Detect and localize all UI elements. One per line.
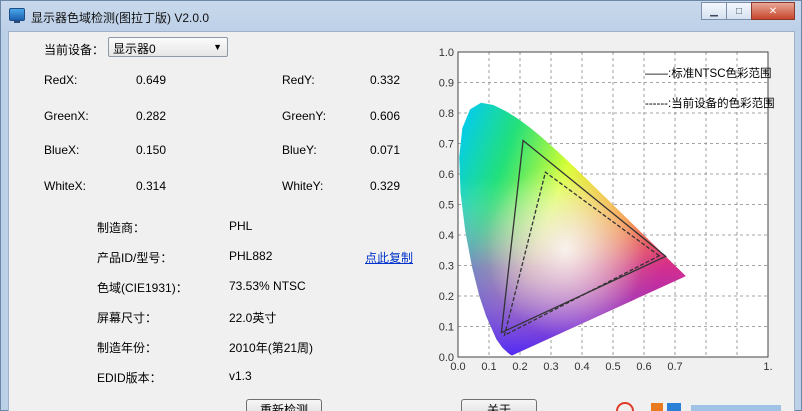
y-tick-label: 0.3	[439, 261, 454, 273]
blue-x-label: BlueX:	[44, 143, 80, 157]
x-tick-label: 0.6	[636, 361, 651, 373]
blue-y-value: 0.071	[370, 143, 401, 157]
y-tick-label: 0.7	[439, 139, 454, 151]
blue-y-label: BlueY:	[282, 143, 317, 157]
watermark-logo	[616, 402, 781, 411]
legend-entry-device: ------:当前设备的色彩范围	[645, 96, 775, 110]
y-tick-label: 1.0	[439, 47, 454, 59]
title-bar[interactable]: 显示器色域检测(图拉丁版) V2.0.0 ▁ □ ✕	[1, 1, 801, 31]
white-y-value: 0.329	[370, 179, 401, 193]
legend-entry-ntsc: ——:标准NTSC色彩范围	[645, 66, 772, 80]
x-tick-label: 0.4	[574, 361, 589, 373]
chevron-down-icon: ▼	[213, 42, 222, 52]
y-tick-label: 0.2	[439, 291, 454, 303]
product-label: 产品ID/型号：	[97, 251, 173, 265]
app-window: 显示器色域检测(图拉丁版) V2.0.0 ▁ □ ✕ 当前设备： 显示器0 ▼ …	[0, 0, 802, 411]
x-tick-label: 0.2	[512, 361, 527, 373]
green-y-label: GreenY:	[282, 109, 327, 123]
white-x-label: WhiteX:	[44, 179, 87, 193]
monitor-app-icon	[9, 8, 25, 23]
edid-label: EDID版本：	[97, 371, 162, 385]
blue-x-value: 0.150	[136, 143, 167, 157]
x-tick-label: 0.5	[605, 361, 620, 373]
product-value: PHL882	[229, 249, 273, 263]
y-tick-label: 0.5	[439, 200, 454, 212]
x-tick-label: 0.1	[481, 361, 496, 373]
device-selected-value: 显示器0	[113, 42, 156, 56]
y-tick-label: 0.9	[439, 78, 454, 90]
window-controls: ▁ □ ✕	[701, 2, 795, 20]
year-label: 制造年份：	[97, 341, 158, 355]
y-tick-label: 0.6	[439, 169, 454, 181]
y-tick-label: 0.8	[439, 108, 454, 120]
x-tick-label: 1.	[763, 361, 772, 373]
green-x-value: 0.282	[136, 109, 167, 123]
gamut-label: 色域(CIE1931)：	[97, 281, 188, 295]
year-value: 2010年(第21周)	[229, 341, 314, 355]
cie1931-chart: 0.00.10.20.30.40.50.60.70.80.91.00.0 0.1 0…	[439, 47, 775, 373]
minimize-button[interactable]: ▁	[701, 2, 727, 20]
edid-value: v1.3	[229, 369, 252, 383]
copy-link[interactable]: 点此复制	[365, 249, 413, 266]
about-button[interactable]: 关于	[461, 399, 537, 411]
main-panel: 当前设备： 显示器0 ▼ RedX: 0.649 RedY: 0.332 Gre…	[8, 31, 795, 411]
maximize-button[interactable]: □	[726, 2, 752, 20]
x-tick-label: 0.0	[450, 361, 465, 373]
green-x-label: GreenX:	[44, 109, 89, 123]
red-x-label: RedX:	[44, 73, 78, 87]
red-x-value: 0.649	[136, 73, 167, 87]
window-title: 显示器色域检测(图拉丁版) V2.0.0	[31, 11, 210, 25]
size-value: 22.0英寸	[229, 311, 277, 325]
size-label: 屏幕尺寸：	[97, 311, 158, 325]
white-x-value: 0.314	[136, 179, 167, 193]
redetect-button[interactable]: 重新检测	[246, 399, 322, 411]
x-tick-label: 0.7	[667, 361, 682, 373]
device-select[interactable]: 显示器0 ▼	[108, 37, 228, 57]
device-label: 当前设备：	[44, 43, 105, 57]
green-y-value: 0.606	[370, 109, 401, 123]
red-y-value: 0.332	[370, 73, 401, 87]
x-tick-label: 0.3	[543, 361, 558, 373]
maker-label: 制造商：	[97, 221, 146, 235]
white-y-label: WhiteY:	[282, 179, 324, 193]
y-tick-label: 0.4	[439, 230, 454, 242]
gamut-value: 73.53% NTSC	[229, 279, 306, 293]
maker-value: PHL	[229, 219, 253, 233]
close-button[interactable]: ✕	[751, 2, 795, 20]
y-tick-label: 0.1	[439, 322, 454, 334]
red-y-label: RedY:	[282, 73, 315, 87]
